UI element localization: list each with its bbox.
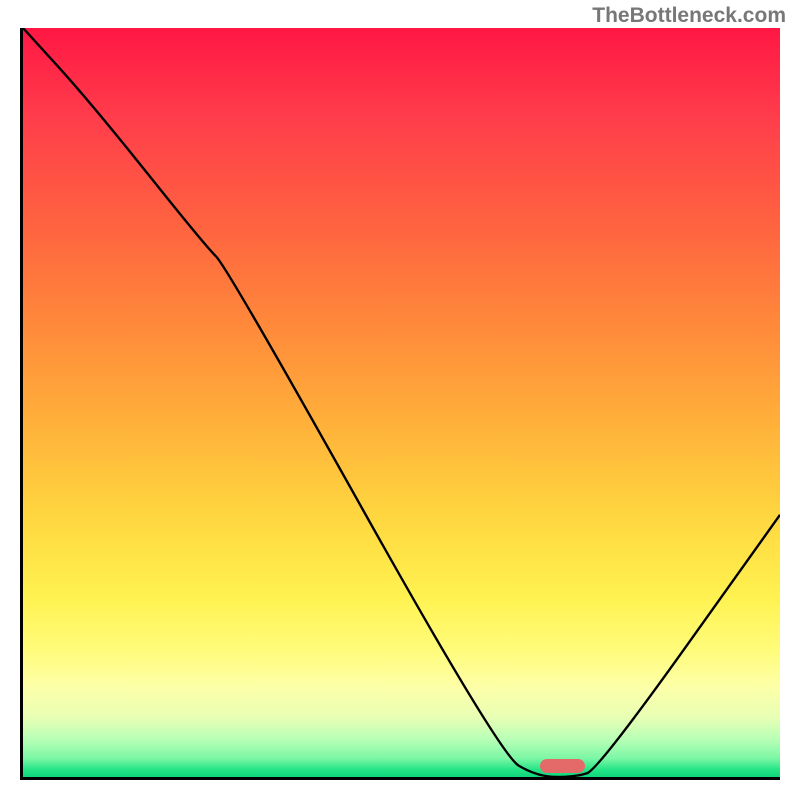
optimal-marker bbox=[540, 759, 586, 773]
line-curve bbox=[23, 28, 780, 777]
curve-path bbox=[23, 28, 780, 777]
chart-container: TheBottleneck.com bbox=[0, 0, 800, 800]
watermark-text: TheBottleneck.com bbox=[592, 4, 786, 28]
plot-area bbox=[20, 28, 780, 780]
